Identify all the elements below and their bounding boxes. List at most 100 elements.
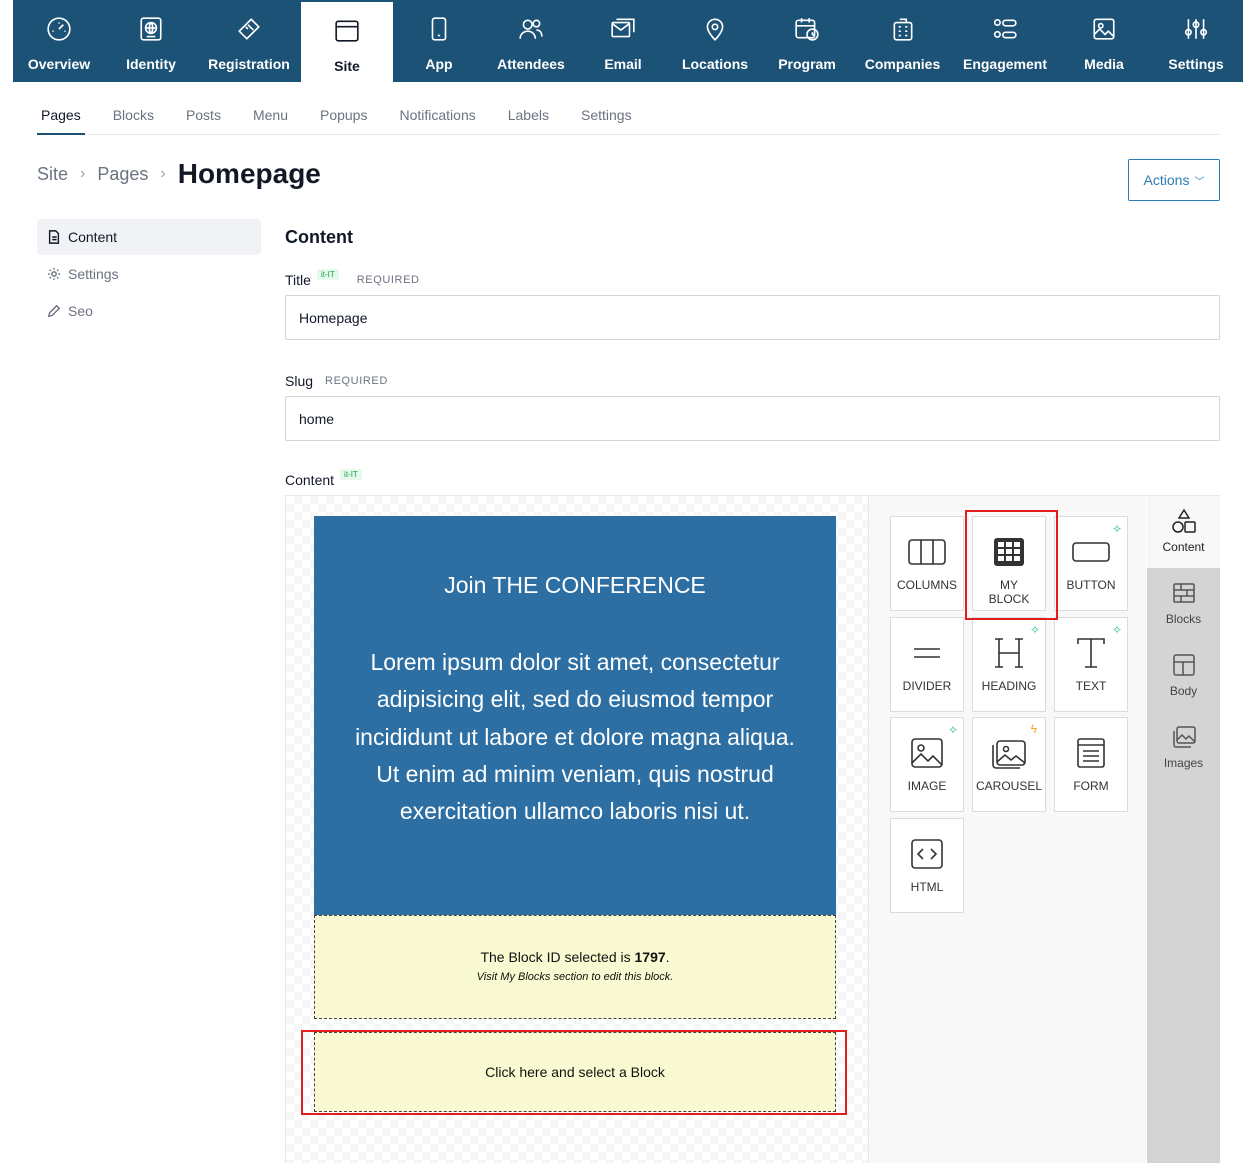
browser-window-icon <box>335 20 359 42</box>
tool-form[interactable]: FORM <box>1054 717 1128 812</box>
columns-icon <box>908 539 946 565</box>
tool-label: FORM <box>1073 779 1109 793</box>
tool-label: BUTTON <box>1066 578 1116 592</box>
engagement-icon <box>993 18 1017 39</box>
tab-menu[interactable]: Menu <box>249 96 292 134</box>
globe-badge-icon <box>140 17 162 41</box>
nav-site[interactable]: Site <box>301 2 393 82</box>
editor-canvas[interactable]: Join THE CONFERENCE Lorem ipsum dolor si… <box>286 496 868 1163</box>
nav-label: Attendees <box>497 56 565 72</box>
block-id-prefix: The Block ID selected is <box>480 949 635 965</box>
nav-identity[interactable]: Identity <box>105 0 197 82</box>
hero-body-text: Lorem ipsum dolor sit amet, consectetur … <box>355 649 795 825</box>
side-item-settings[interactable]: Settings <box>37 256 261 292</box>
tool-carousel[interactable]: ϟ CAROUSEL <box>972 717 1046 812</box>
tool-html[interactable]: HTML <box>890 818 964 913</box>
tool-label: DIVIDER <box>902 679 952 693</box>
tool-text[interactable]: ✧ TEXT <box>1054 617 1128 712</box>
locale-badge: it-IT <box>340 468 362 480</box>
rail-images[interactable]: Images <box>1147 712 1220 784</box>
tool-label: COLUMNS <box>896 578 957 592</box>
tool-label: TEXT <box>1075 679 1107 693</box>
content-section-title: Content <box>285 227 353 247</box>
slug-input[interactable]: home <box>285 396 1220 441</box>
ticket-icon <box>238 18 260 40</box>
tab-posts[interactable]: Posts <box>182 96 225 134</box>
nav-locations[interactable]: Locations <box>669 0 761 82</box>
document-icon <box>48 230 60 244</box>
nav-email[interactable]: Email <box>577 0 669 82</box>
nav-app[interactable]: App <box>393 0 485 82</box>
email-icon <box>611 18 635 38</box>
nav-label: Settings <box>1168 56 1224 72</box>
selected-block[interactable]: The Block ID selected is 1797. Visit My … <box>314 915 836 1019</box>
tool-label: HEADING <box>981 679 1037 693</box>
image-icon <box>911 738 943 768</box>
users-icon <box>519 19 543 39</box>
required-tag: REQUIRED <box>325 375 388 387</box>
shapes-icon <box>1171 508 1196 533</box>
editor-side-rail: Content Blocks Body Images <box>1147 496 1220 1163</box>
tool-divider[interactable]: DIVIDER <box>890 617 964 712</box>
title-input[interactable]: Homepage <box>285 295 1220 340</box>
nav-program[interactable]: Program <box>761 0 853 82</box>
hero-section[interactable]: Join THE CONFERENCE Lorem ipsum dolor si… <box>314 516 836 916</box>
brick-icon <box>1172 583 1195 603</box>
tab-popups[interactable]: Popups <box>316 96 371 134</box>
chevron-down-icon: ﹀ <box>1194 176 1205 188</box>
tool-button[interactable]: ✧ BUTTON <box>1054 516 1128 611</box>
rail-content[interactable]: Content <box>1147 496 1220 568</box>
block-id-value: 1797 <box>634 949 666 965</box>
nav-settings[interactable]: Settings <box>1150 0 1242 82</box>
nav-registration[interactable]: Registration <box>197 0 301 82</box>
breadcrumb-pages[interactable]: Pages <box>97 164 148 185</box>
rail-blocks[interactable]: Blocks <box>1147 568 1220 640</box>
form-icon <box>1077 738 1105 768</box>
tab-notifications[interactable]: Notifications <box>395 96 479 134</box>
pencil-icon <box>47 304 61 318</box>
side-item-label: Seo <box>68 303 93 319</box>
bolt-icon: ϟ <box>1030 722 1037 736</box>
tool-image[interactable]: ✧ IMAGE <box>890 717 964 812</box>
side-item-label: Content <box>68 229 118 245</box>
top-navigation: Overview Identity Registration Site App … <box>13 0 1243 82</box>
tab-blocks[interactable]: Blocks <box>109 96 158 134</box>
section-tabs: Pages Blocks Posts Menu Popups Notificat… <box>37 96 1220 135</box>
nav-label: Program <box>778 56 836 72</box>
nav-engagement[interactable]: Engagement <box>952 0 1058 82</box>
sliders-icon <box>1184 19 1208 39</box>
side-item-seo[interactable]: Seo <box>37 293 261 329</box>
nav-label: Engagement <box>962 56 1047 72</box>
nav-label: Overview <box>27 56 91 72</box>
content-label: Content <box>285 472 335 488</box>
tab-pages[interactable]: Pages <box>37 96 85 135</box>
gauge-icon <box>47 17 71 41</box>
breadcrumb-site[interactable]: Site <box>37 164 68 185</box>
map-pin-icon <box>706 18 724 41</box>
tab-settings[interactable]: Settings <box>577 96 636 134</box>
nav-attendees[interactable]: Attendees <box>485 0 577 82</box>
chevron-right-icon: › <box>80 165 86 182</box>
side-item-content[interactable]: Content <box>37 219 261 255</box>
calendar-clock-icon <box>795 18 819 41</box>
rail-label: Images <box>1163 756 1204 770</box>
gear-icon <box>47 267 61 281</box>
tool-heading[interactable]: ✧ HEADING <box>972 617 1046 712</box>
title-label: Title <box>285 272 311 288</box>
actions-button[interactable]: Actions ﹀ <box>1128 159 1220 201</box>
building-icon <box>893 18 912 41</box>
tab-labels[interactable]: Labels <box>504 96 553 134</box>
rail-body[interactable]: Body <box>1147 640 1220 712</box>
slug-field-label: Slug REQUIRED <box>285 373 388 389</box>
slug-label: Slug <box>285 373 314 389</box>
tool-columns[interactable]: COLUMNS <box>890 516 964 611</box>
sparkle-icon: ✧ <box>1111 623 1122 637</box>
nav-companies[interactable]: Companies <box>853 0 952 82</box>
title-field-label: Title it-IT REQUIRED <box>285 268 420 288</box>
image-icon <box>1093 18 1115 40</box>
page-side-menu: Content Settings Seo <box>37 219 261 330</box>
nav-overview[interactable]: Overview <box>13 0 105 82</box>
nav-media[interactable]: Media <box>1058 0 1150 82</box>
hero-title: Join THE CONFERENCE <box>444 572 706 598</box>
chevron-right-icon: › <box>160 165 166 182</box>
